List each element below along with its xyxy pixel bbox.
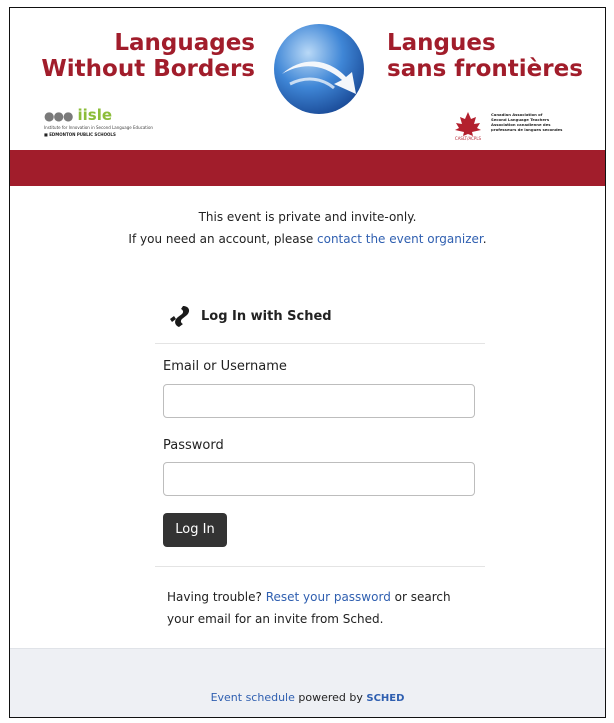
- card-header-divider: [155, 343, 485, 344]
- trouble-prefix: Having trouble?: [167, 590, 266, 604]
- email-input[interactable]: [163, 384, 475, 418]
- login-card-header: Log In with Sched: [169, 303, 332, 329]
- iisle-dots-icon: ●●●: [44, 109, 73, 123]
- event-banner: Languages Without Borders Langues sans f…: [10, 8, 605, 150]
- password-input[interactable]: [163, 462, 475, 496]
- footer-text: Event schedule powered by SCHED: [10, 691, 605, 704]
- password-label: Password: [163, 438, 224, 453]
- login-button[interactable]: Log In: [163, 513, 227, 547]
- banner-title-english-line2: Without Borders: [41, 56, 255, 82]
- notice-line2: If you need an account, please contact t…: [10, 228, 605, 250]
- page-frame: Languages Without Borders Langues sans f…: [9, 7, 606, 718]
- notice-line1: This event is private and invite-only.: [198, 210, 417, 224]
- iisle-district-text: EDMONTON PUBLIC SCHOOLS: [49, 132, 116, 137]
- iisle-district: ■ EDMONTON PUBLIC SCHOOLS: [44, 132, 204, 137]
- login-help-text: Having trouble? Reset your password or s…: [167, 586, 473, 630]
- banner-title-french: Langues sans frontières: [387, 30, 597, 82]
- sched-logo-icon: [170, 306, 190, 327]
- iisle-subtitle: Institute for Innovation in Second Langu…: [44, 125, 153, 130]
- page-footer: Event schedule powered by SCHED: [10, 648, 605, 717]
- email-label: Email or Username: [163, 359, 287, 374]
- iisle-logo: ●●● iisle Institute for Innovation in Se…: [44, 105, 204, 137]
- banner-title-english-line1: Languages: [114, 30, 255, 56]
- iisle-wordmark: iisle: [77, 106, 113, 124]
- card-footer-divider: [155, 566, 485, 567]
- event-schedule-link[interactable]: Event schedule: [211, 691, 295, 704]
- login-card: Log In with Sched Email or Username Pass…: [155, 289, 485, 645]
- private-event-notice: This event is private and invite-only. I…: [10, 206, 605, 250]
- banner-title-english: Languages Without Borders: [40, 30, 255, 82]
- footer-powered-by: powered by: [294, 691, 367, 704]
- sched-brand-link[interactable]: SCHED: [366, 693, 404, 704]
- svg-text:CASLT/ACPLS: CASLT/ACPLS: [455, 136, 482, 141]
- banner-title-french-line1: Langues: [387, 30, 496, 56]
- globe-logo-icon: [274, 24, 364, 114]
- notice-line2-suffix: .: [482, 232, 487, 246]
- maple-leaf-icon: CASLT/ACPLS: [455, 112, 482, 141]
- banner-red-bar: [10, 150, 605, 186]
- login-card-title: Log In with Sched: [201, 308, 332, 324]
- notice-line2-prefix: If you need an account, please: [128, 232, 318, 246]
- caslt-text: Canadian Association of Second Language …: [491, 112, 601, 132]
- reset-password-link[interactable]: Reset your password: [266, 590, 391, 604]
- banner-title-french-line2: sans frontières: [387, 56, 583, 82]
- eps-square-icon: ■: [44, 132, 48, 137]
- contact-organizer-link[interactable]: contact the event organizer: [317, 232, 483, 246]
- caslt-line4: professeurs de langues secondes: [491, 127, 563, 132]
